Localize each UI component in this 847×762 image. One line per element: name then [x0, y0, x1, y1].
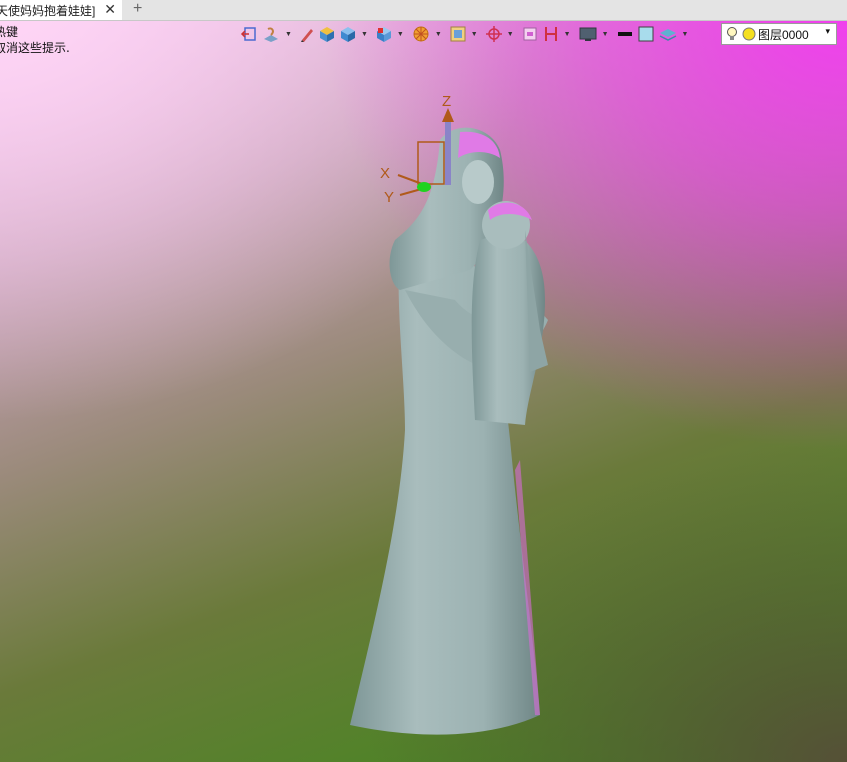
chevron-down-icon[interactable]: ▼	[435, 31, 442, 38]
pencil-icon[interactable]	[299, 23, 315, 45]
exit-view-icon[interactable]	[240, 23, 258, 45]
chevron-down-icon[interactable]: ▼	[507, 31, 514, 38]
chevron-down-icon[interactable]: ▼	[285, 31, 292, 38]
layer-color-icon	[742, 27, 756, 41]
document-tab[interactable]: 天使妈妈抱着娃娃] ✕	[0, 0, 122, 20]
chevron-down-icon[interactable]: ▾	[825, 26, 830, 37]
view-cube-icon[interactable]	[375, 23, 393, 45]
add-tab-icon[interactable]: +	[133, 0, 142, 18]
chevron-down-icon[interactable]: ▼	[471, 31, 478, 38]
lightbulb-icon[interactable]	[725, 26, 739, 42]
clip-plane-icon[interactable]	[521, 23, 539, 45]
document-tab-bar: 天使妈妈抱着娃娃] ✕ +	[0, 0, 847, 21]
chevron-down-icon[interactable]: ▼	[397, 31, 404, 38]
axis-y-label: Y	[384, 189, 394, 206]
render-mode-icon[interactable]	[261, 23, 281, 45]
color-wheel-icon[interactable]	[411, 23, 431, 45]
hint-line-2: 取消这些提示.	[0, 41, 70, 55]
line-weight-icon[interactable]	[616, 23, 634, 45]
frame-view-icon[interactable]	[449, 23, 467, 45]
layer-stack-icon[interactable]	[658, 23, 678, 45]
axis-x-label: X	[380, 165, 390, 182]
solid-cube-icon[interactable]	[339, 23, 357, 45]
chevron-down-icon[interactable]: ▼	[361, 31, 368, 38]
hint-line-1: 热键	[0, 25, 19, 39]
chevron-down-icon[interactable]: ▼	[682, 31, 689, 38]
chevron-down-icon[interactable]: ▼	[564, 31, 571, 38]
shaded-cube-icon[interactable]	[318, 23, 336, 45]
layer-select[interactable]: 图层0000 ▾	[721, 23, 837, 45]
document-tab-label: 天使妈妈抱着娃娃]	[0, 3, 96, 18]
section-icon[interactable]	[542, 23, 560, 45]
statue-model[interactable]: Z X Y	[0, 0, 847, 762]
close-icon[interactable]: ✕	[104, 1, 116, 18]
axis-gizmo[interactable]	[397, 108, 454, 196]
display-monitor-icon[interactable]	[578, 23, 598, 45]
chevron-down-icon[interactable]: ▼	[602, 31, 609, 38]
axis-z-label: Z	[442, 93, 451, 110]
color-swatch-icon[interactable]	[637, 23, 655, 45]
layer-name: 图层0000	[758, 27, 809, 42]
view-toolbar: ▼ ▼ ▼ ▼ ▼ ▼ ▼ ▼ ▼	[240, 22, 692, 46]
snap-target-icon[interactable]	[485, 23, 503, 45]
hint-overlay: 热键 取消这些提示.	[0, 24, 70, 56]
